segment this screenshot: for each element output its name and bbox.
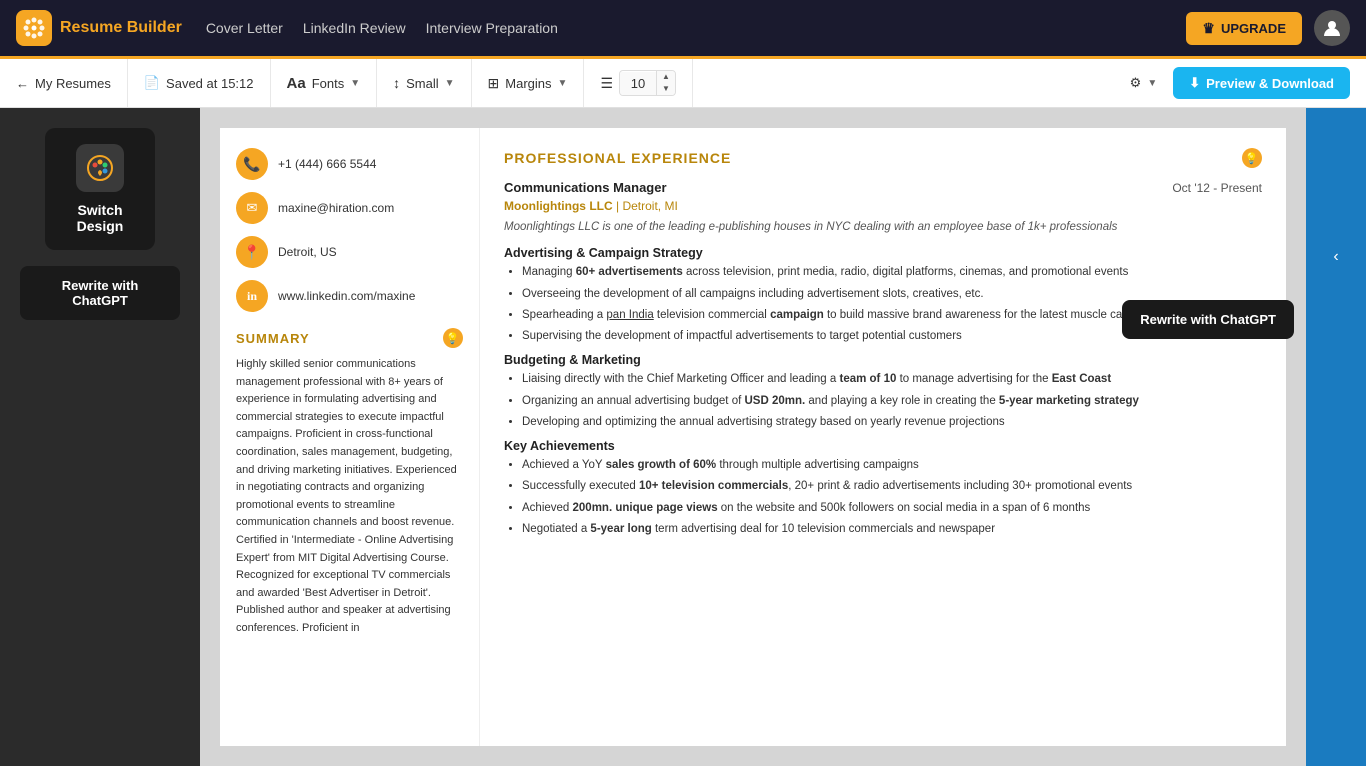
location-text: Detroit, US: [278, 245, 337, 259]
switch-design-button[interactable]: Switch Design: [45, 128, 155, 250]
bullet-1-2: Developing and optimizing the annual adv…: [522, 414, 1262, 431]
back-arrow-icon: ←: [16, 76, 29, 91]
resume-area: 📞 +1 (444) 666 5544 ✉ maxine@hiration.co…: [200, 108, 1306, 766]
contact-phone: 📞 +1 (444) 666 5544: [236, 148, 463, 180]
preview-label: Preview & Download: [1206, 76, 1334, 91]
size-label: Small: [406, 76, 439, 91]
preview-download-button[interactable]: ⬇ Preview & Download: [1173, 67, 1350, 99]
rewrite-chatgpt-button-left[interactable]: Rewrite with ChatGPT: [20, 266, 180, 320]
section-title-text: PROFESSIONAL EXPERIENCE: [504, 150, 731, 166]
linkedin-text: www.linkedin.com/maxine: [278, 289, 415, 303]
line-spacing-control[interactable]: ☰ 10 ▲ ▼: [584, 59, 692, 107]
size-control[interactable]: ↕ Small ▼: [377, 59, 471, 107]
nav-interview-prep[interactable]: Interview Preparation: [426, 20, 558, 36]
linkedin-icon: in: [236, 280, 268, 312]
nav-linkedin-review[interactable]: LinkedIn Review: [303, 20, 406, 36]
nav-links: Cover Letter LinkedIn Review Interview P…: [206, 20, 558, 36]
nav-cover-letter[interactable]: Cover Letter: [206, 20, 283, 36]
settings-chevron-icon: ▼: [1147, 78, 1157, 89]
bullet-2-3: Negotiated a 5-year long term advertisin…: [522, 521, 1262, 538]
fonts-aa-icon: Aa: [287, 75, 306, 92]
palette-icon: [76, 144, 124, 192]
size-chevron-icon: ▼: [445, 78, 455, 89]
line-spacing-icon: ☰: [600, 75, 613, 92]
right-sidebar: ‹: [1306, 108, 1366, 766]
save-icon: 📄: [144, 75, 160, 91]
upgrade-button[interactable]: ♛ UPGRADE: [1186, 12, 1302, 45]
company-location: Detroit, MI: [622, 199, 677, 213]
resume-right-column: PROFESSIONAL EXPERIENCE 💡 Communications…: [480, 128, 1286, 746]
crown-icon: ♛: [1202, 20, 1215, 37]
summary-title-text: SUMMARY: [236, 331, 310, 346]
margins-chevron-icon: ▼: [558, 78, 568, 89]
subsection-title-0: Advertising & Campaign Strategy: [504, 246, 1262, 260]
margins-control[interactable]: ⊞ Margins ▼: [472, 59, 585, 107]
summary-lightbulb-icon[interactable]: 💡: [443, 328, 463, 348]
saved-time: Saved at 15:12: [166, 76, 253, 91]
bullet-2-2: Achieved 200mn. unique page views on the…: [522, 500, 1262, 517]
bullet-2-1: Successfully executed 10+ television com…: [522, 478, 1262, 495]
margins-label: Margins: [505, 76, 551, 91]
user-avatar[interactable]: [1314, 10, 1350, 46]
company-name: Moonlightings LLC: [504, 199, 613, 213]
left-sidebar: Switch Design Rewrite with ChatGPT: [0, 108, 200, 766]
fonts-chevron-icon: ▼: [350, 78, 360, 89]
phone-icon: 📞: [236, 148, 268, 180]
collapse-panel-button[interactable]: ‹: [1321, 236, 1350, 278]
fonts-control[interactable]: Aa Fonts ▼: [271, 59, 378, 107]
subsection-title-2: Key Achievements: [504, 439, 1262, 453]
summary-content: Highly skilled senior communications man…: [236, 356, 463, 638]
saved-status: 📄 Saved at 15:12: [128, 59, 271, 107]
bullet-1-0: Liaising directly with the Chief Marketi…: [522, 371, 1262, 388]
subsection-bullets-1: Liaising directly with the Chief Marketi…: [504, 371, 1262, 431]
line-spacing-down[interactable]: ▼: [657, 83, 675, 95]
line-spacing-value: 10: [620, 72, 656, 95]
line-spacing-arrows: ▲ ▼: [656, 71, 675, 95]
settings-gear-icon: ⚙: [1130, 75, 1142, 91]
settings-control[interactable]: ⚙ ▼: [1114, 59, 1174, 107]
line-spacing-up[interactable]: ▲: [657, 71, 675, 83]
chatgpt-panel-label: Rewrite with ChatGPT: [1140, 312, 1276, 327]
email-icon: ✉: [236, 192, 268, 224]
logo-icon: [16, 10, 52, 46]
job-header: Communications Manager Oct '12 - Present: [504, 180, 1262, 195]
switch-design-label: Switch Design: [65, 202, 135, 234]
bullet-2-0: Achieved a YoY sales growth of 60% throu…: [522, 457, 1262, 474]
contact-linkedin: in www.linkedin.com/maxine: [236, 280, 463, 312]
upgrade-label: UPGRADE: [1221, 21, 1286, 36]
download-icon: ⬇: [1189, 75, 1200, 91]
job-date-text: Oct '12 - Present: [1172, 181, 1262, 195]
size-icon: ↕: [393, 75, 400, 91]
job-description: Moonlightings LLC is one of the leading …: [504, 219, 1262, 236]
line-spacing-input[interactable]: 10 ▲ ▼: [619, 70, 676, 96]
bullet-1-1: Organizing an annual advertising budget …: [522, 393, 1262, 410]
nav-right-section: ♛ UPGRADE: [1186, 10, 1350, 46]
top-navigation: Resume Builder Cover Letter LinkedIn Rev…: [0, 0, 1366, 56]
summary-section-title: SUMMARY 💡: [236, 328, 463, 348]
main-area: Switch Design Rewrite with ChatGPT 📞 +1 …: [0, 108, 1366, 766]
back-to-resumes[interactable]: ← My Resumes: [16, 59, 128, 107]
brand-name: Resume Builder: [60, 19, 182, 37]
resume-left-column: 📞 +1 (444) 666 5544 ✉ maxine@hiration.co…: [220, 128, 480, 746]
job-company-info: Moonlightings LLC | Detroit, MI: [504, 199, 1262, 213]
toolbar: ← My Resumes 📄 Saved at 15:12 Aa Fonts ▼…: [0, 56, 1366, 108]
fonts-label: Fonts: [312, 76, 345, 91]
contact-location: 📍 Detroit, US: [236, 236, 463, 268]
phone-text: +1 (444) 666 5544: [278, 157, 376, 171]
rewrite-chatgpt-panel-right[interactable]: Rewrite with ChatGPT: [1122, 300, 1294, 339]
location-icon: 📍: [236, 236, 268, 268]
margins-icon: ⊞: [488, 75, 500, 92]
experience-lightbulb-icon[interactable]: 💡: [1242, 148, 1262, 168]
email-text: maxine@hiration.com: [278, 201, 394, 215]
subsection-bullets-2: Achieved a YoY sales growth of 60% throu…: [504, 457, 1262, 538]
my-resumes-label: My Resumes: [35, 76, 111, 91]
job-title-text: Communications Manager: [504, 180, 667, 195]
contact-email: ✉ maxine@hiration.com: [236, 192, 463, 224]
logo-container: Resume Builder: [16, 10, 182, 46]
prof-experience-title: PROFESSIONAL EXPERIENCE 💡: [504, 148, 1262, 168]
subsection-title-1: Budgeting & Marketing: [504, 353, 1262, 367]
bullet-0-0: Managing 60+ advertisements across telev…: [522, 264, 1262, 281]
